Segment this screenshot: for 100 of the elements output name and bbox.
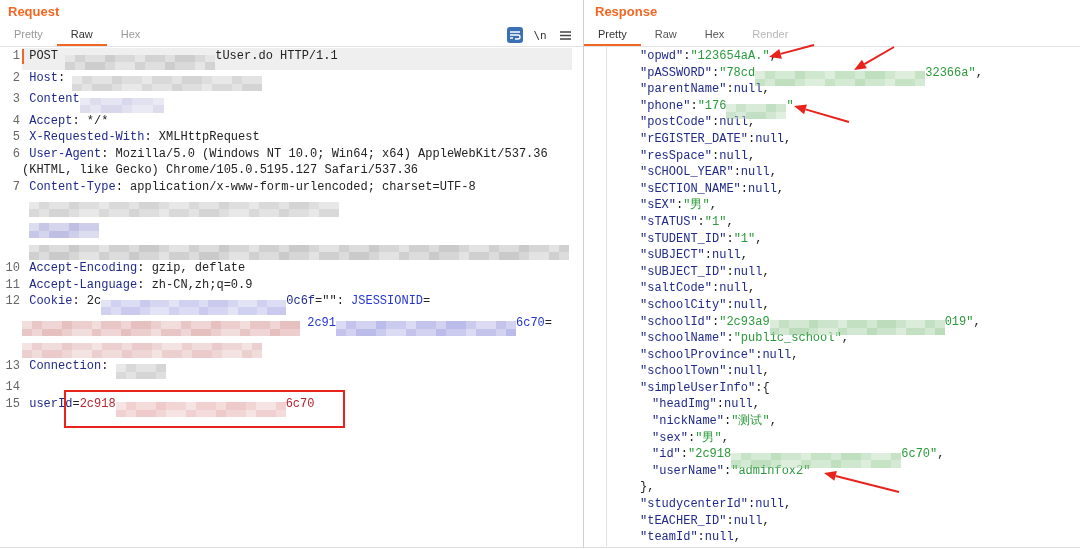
- json-null: null: [755, 497, 785, 512]
- line-number: 4: [11, 112, 21, 130]
- header-name: Cookie: [29, 294, 73, 309]
- json-punctuation: :: [712, 115, 720, 130]
- view-tab[interactable]: Raw: [56, 24, 107, 46]
- json-punctuation: ,: [762, 297, 770, 312]
- json-key: "sTATUS": [640, 214, 698, 229]
- json-punctuation: ,: [841, 331, 849, 346]
- json-punctuation: :: [724, 414, 732, 429]
- wrap-lines-button[interactable]: [507, 27, 523, 43]
- json-null: null: [719, 148, 749, 163]
- json-key: "tEACHER_ID": [640, 513, 727, 528]
- json-punctuation: :: [726, 364, 734, 379]
- view-tab[interactable]: Raw: [640, 24, 691, 46]
- line-number: 10: [4, 259, 21, 277]
- code-text: : XMLHttpRequest: [144, 130, 260, 145]
- json-null: null: [733, 297, 763, 312]
- json-punctuation: ,: [973, 314, 981, 329]
- header-name: Accept: [29, 113, 73, 128]
- json-string: ": [786, 98, 794, 113]
- json-punctuation: ,: [748, 148, 756, 163]
- json-punctuation: ,: [762, 82, 770, 97]
- json-punctuation: ,: [762, 364, 770, 379]
- json-string: "public_school": [733, 331, 842, 346]
- line-number: 5: [11, 129, 21, 146]
- json-punctuation: :: [724, 463, 732, 478]
- json-punctuation: :: [697, 530, 705, 545]
- header-name: Content: [29, 92, 80, 106]
- json-string: 32366a": [925, 65, 976, 80]
- json-punctuation: :: [683, 49, 691, 63]
- json-string: 019": [944, 314, 974, 329]
- cookie-name: 2c91: [306, 315, 336, 330]
- code-text: POST: [29, 49, 59, 63]
- json-punctuation: :: [676, 198, 684, 213]
- json-punctuation: ,: [791, 347, 799, 362]
- json-key: "teamId": [640, 530, 698, 545]
- json-punctuation: :: [726, 82, 734, 97]
- line-number: 3: [11, 91, 21, 108]
- json-punctuation: ,: [721, 430, 729, 445]
- param-value: 6c70: [285, 396, 315, 411]
- json-string: "1": [704, 214, 727, 229]
- json-key: "sCHOOL_YEAR": [640, 165, 734, 180]
- line-number: 11: [4, 276, 21, 294]
- json-string: "2c93a9: [719, 314, 770, 329]
- json-key: "sECTION_NAME": [640, 181, 741, 196]
- view-tab[interactable]: Pretty: [584, 24, 641, 46]
- json-punctuation: ,: [733, 530, 741, 545]
- line-number: 13: [4, 357, 21, 375]
- header-name: X-Requested-With: [29, 130, 145, 145]
- json-punctuation: :: [748, 131, 756, 146]
- line-number: 14: [4, 379, 21, 396]
- view-tab[interactable]: Hex: [690, 24, 739, 46]
- json-punctuation: :: [680, 447, 688, 462]
- json-punctuation: :: [712, 148, 720, 163]
- json-punctuation: ,: [748, 115, 756, 130]
- json-key: "parentName": [640, 82, 727, 97]
- json-key: "rEGISTER_DATE": [640, 131, 749, 146]
- code-text: =: [544, 315, 553, 330]
- json-punctuation: ,: [769, 49, 777, 63]
- json-punctuation: ,: [762, 513, 770, 528]
- code-text: ="":: [315, 294, 345, 309]
- json-null: null: [762, 347, 792, 362]
- header-name: Accept-Language: [29, 277, 138, 292]
- header-name: Accept-Encoding: [29, 260, 138, 275]
- line-number: 1: [11, 48, 21, 65]
- json-punctuation: :{: [755, 380, 770, 395]
- json-null: null: [724, 397, 753, 412]
- json-punctuation: :: [755, 347, 763, 362]
- json-string: "2c918: [688, 447, 732, 462]
- cookie-name: JSESSIONID: [351, 294, 424, 309]
- json-string: "1": [733, 231, 756, 246]
- json-string: "男": [683, 198, 710, 213]
- json-punctuation: ,: [740, 248, 749, 263]
- json-key: "postCode": [640, 115, 712, 130]
- json-string: "测试": [731, 414, 770, 429]
- json-punctuation: :: [740, 181, 749, 196]
- json-key: "schoolCity": [640, 297, 727, 312]
- json-punctuation: :: [690, 98, 698, 113]
- json-key: "simpleUserInfo": [640, 380, 756, 395]
- json-punctuation: :: [748, 497, 756, 512]
- json-null: null: [719, 281, 749, 296]
- json-key: "opwd": [640, 49, 684, 63]
- header-name: User-Agent: [29, 146, 102, 161]
- json-key: "userName": [652, 463, 724, 478]
- json-null: null: [733, 364, 763, 379]
- code-text: : */*: [72, 113, 109, 128]
- json-key: "studycenterId": [640, 497, 749, 512]
- code-text: tUser.do HTTP/1.1: [215, 49, 338, 63]
- json-punctuation: ,: [769, 165, 777, 180]
- json-punctuation: :: [726, 331, 734, 346]
- line-number: 7: [11, 178, 21, 196]
- code-text: : application/x-www-form-urlencoded; charset=UTF-8: [115, 179, 476, 194]
- json-punctuation: },: [640, 480, 655, 495]
- json-key: "phone": [640, 98, 691, 113]
- newline-toggle[interactable]: \n: [532, 27, 548, 43]
- code-text: : zh-CN,zh;q=0.9: [137, 277, 253, 292]
- json-null: null: [748, 181, 777, 196]
- json-punctuation: ,: [975, 65, 983, 80]
- line-number: 15: [4, 395, 21, 413]
- json-punctuation: :: [712, 314, 720, 329]
